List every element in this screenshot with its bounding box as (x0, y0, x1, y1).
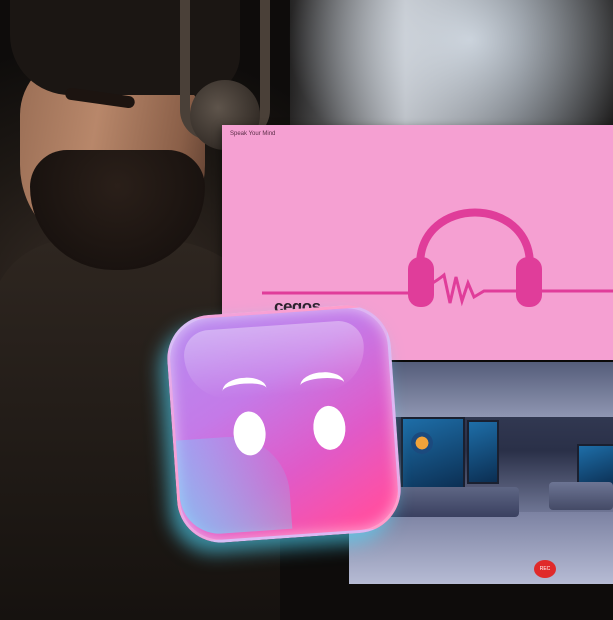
room-dial (411, 432, 433, 454)
room-floor (349, 512, 613, 584)
room-console-right (549, 482, 613, 510)
room-screen-left (401, 417, 465, 491)
background-light (290, 0, 613, 140)
app-face-icon[interactable] (164, 302, 404, 546)
promo-collage: Speak Your Mind cegos REC (0, 0, 613, 620)
icon-cyan-glow (175, 432, 293, 537)
room-screen-middle (467, 420, 499, 484)
record-button[interactable]: REC (534, 560, 556, 578)
icon-right-eye (311, 404, 347, 451)
